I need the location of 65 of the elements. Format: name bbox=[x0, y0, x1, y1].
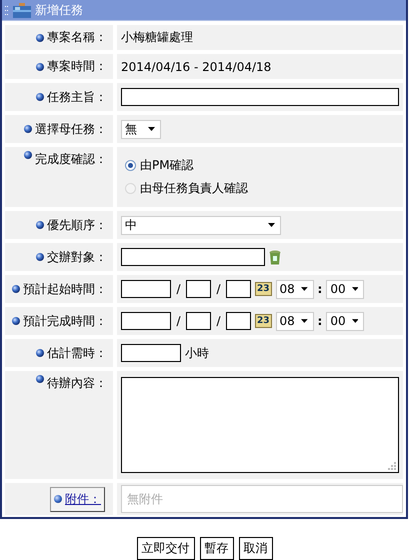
bullet-icon bbox=[24, 151, 32, 159]
field-label: 估計需時： bbox=[47, 344, 107, 362]
field-label: 預計起始時間： bbox=[23, 280, 107, 298]
bullet-icon bbox=[12, 285, 20, 293]
month-input[interactable] bbox=[186, 280, 211, 298]
field-value: 小梅糖罐處理 bbox=[121, 29, 193, 46]
field-label: 專案名稱： bbox=[47, 29, 107, 46]
field-label: 預計完成時間： bbox=[23, 312, 107, 330]
date-separator: / bbox=[215, 282, 222, 296]
field-value: 2014/04/16 - 2014/04/18 bbox=[121, 60, 272, 74]
caret-icon bbox=[300, 319, 308, 323]
year-input[interactable] bbox=[121, 312, 171, 330]
caret-icon bbox=[352, 319, 358, 323]
bullet-icon bbox=[12, 317, 20, 325]
radio-option[interactable]: 由PM確認 bbox=[125, 157, 248, 174]
form-button[interactable]: 取消 bbox=[238, 537, 272, 560]
caret-icon bbox=[352, 287, 358, 291]
bullet-icon bbox=[36, 349, 44, 357]
subject-input[interactable] bbox=[121, 88, 399, 106]
calendar-button[interactable]: 23 bbox=[255, 282, 272, 296]
radio-option[interactable]: 由母任務負責人確認 bbox=[125, 180, 248, 197]
bullet-icon bbox=[36, 34, 44, 42]
field-label: 選擇母任務： bbox=[35, 120, 107, 138]
bullet-icon bbox=[36, 62, 44, 70]
assignee-input[interactable] bbox=[121, 248, 265, 266]
minute-select[interactable]: 00 bbox=[326, 280, 364, 298]
minute-select[interactable]: 00 bbox=[326, 312, 364, 330]
time-separator: : bbox=[318, 282, 322, 296]
year-input[interactable] bbox=[121, 280, 171, 298]
field-label: 任務主旨： bbox=[47, 88, 107, 106]
dropdown[interactable]: 中 bbox=[121, 216, 281, 234]
resize-handle-icon[interactable] bbox=[387, 461, 396, 470]
field-label: 優先順序： bbox=[47, 216, 107, 234]
form-button[interactable]: 暫存 bbox=[200, 537, 234, 560]
dropdown[interactable]: 無 bbox=[121, 120, 161, 138]
day-input[interactable] bbox=[226, 280, 251, 298]
attachment-button[interactable]: 附件： bbox=[50, 486, 105, 512]
hour-select[interactable]: 08 bbox=[276, 280, 314, 298]
field-label: 交辦對象： bbox=[47, 248, 107, 266]
date-separator: / bbox=[215, 314, 222, 328]
field-label: 待辦內容： bbox=[47, 375, 107, 392]
calendar-button[interactable]: 23 bbox=[255, 314, 272, 328]
date-separator: / bbox=[175, 314, 182, 328]
day-input[interactable] bbox=[226, 312, 251, 330]
field-label: 完成度確認： bbox=[35, 151, 107, 168]
hours-input[interactable] bbox=[121, 344, 181, 362]
unit-label: 小時 bbox=[185, 344, 209, 362]
window-title: 新增任務 bbox=[35, 2, 83, 18]
caret-icon bbox=[148, 127, 155, 131]
bullet-icon bbox=[36, 253, 44, 261]
caret-icon bbox=[300, 287, 308, 291]
form-button[interactable]: 立即交付 bbox=[136, 537, 194, 560]
month-input[interactable] bbox=[186, 312, 211, 330]
caret-icon bbox=[268, 223, 275, 227]
trash-icon[interactable] bbox=[269, 250, 281, 264]
date-separator: / bbox=[175, 282, 182, 296]
bullet-icon bbox=[36, 221, 44, 229]
field-label: 專案時間： bbox=[47, 58, 107, 75]
bullet-icon bbox=[36, 93, 44, 101]
briefcase-icon bbox=[13, 2, 31, 18]
content-textarea[interactable] bbox=[121, 377, 399, 473]
time-separator: : bbox=[318, 314, 322, 328]
bullet-icon bbox=[24, 125, 32, 133]
bullet-icon bbox=[36, 375, 44, 383]
hour-select[interactable]: 08 bbox=[276, 312, 314, 330]
